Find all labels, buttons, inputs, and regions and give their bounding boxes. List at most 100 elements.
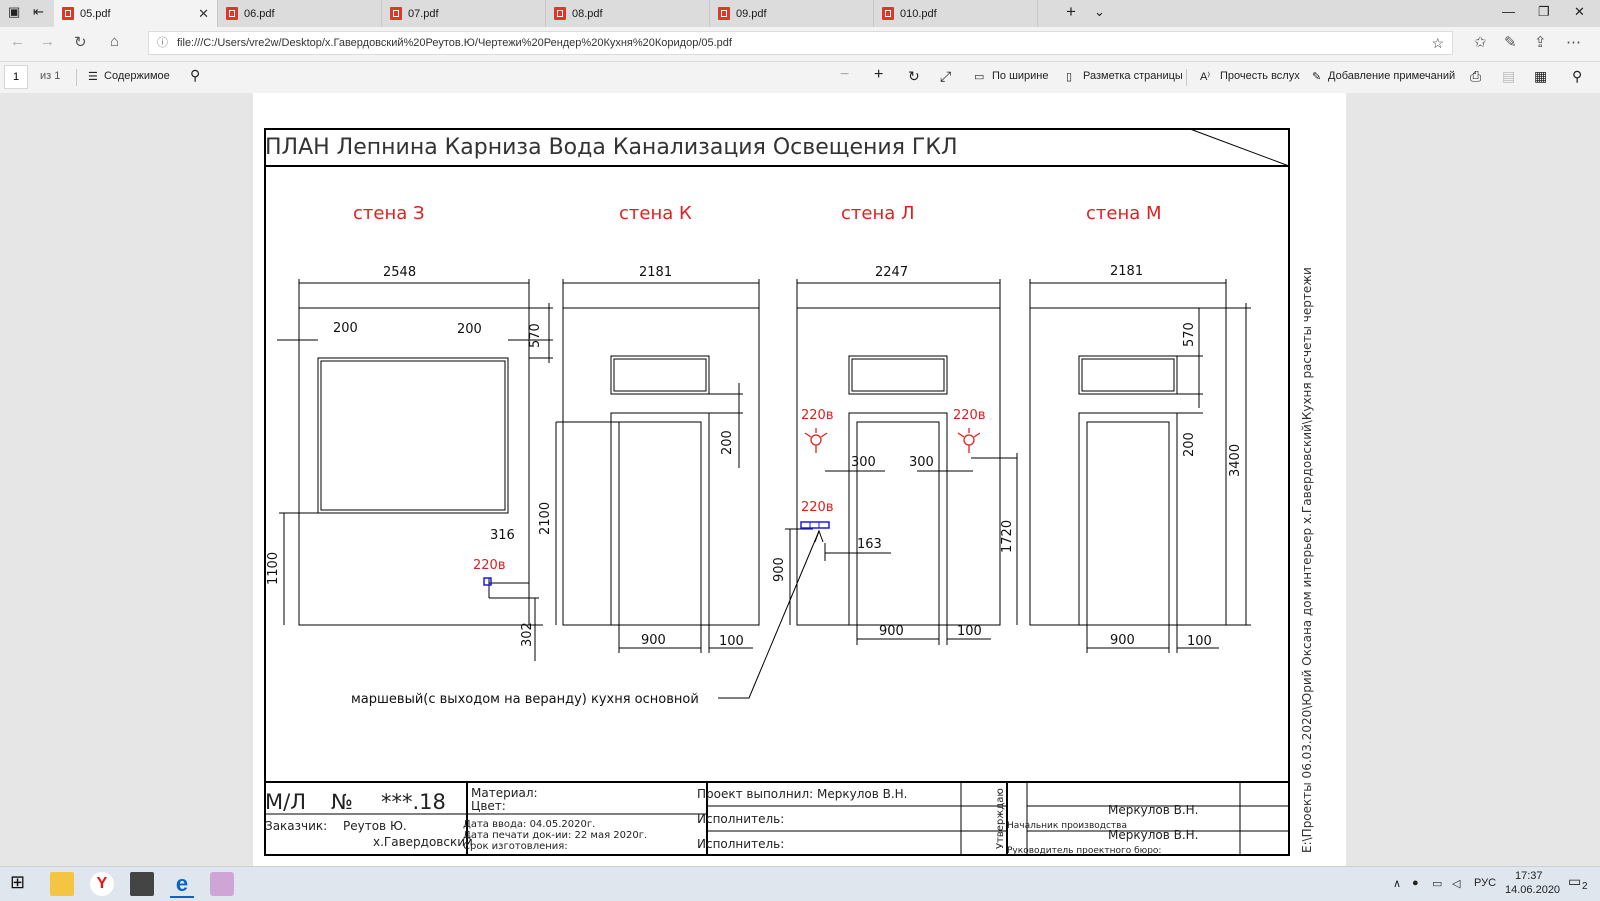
back-icon[interactable]: ← bbox=[10, 33, 25, 50]
dim-label: 300 bbox=[909, 455, 934, 470]
voltage-label: 220в bbox=[801, 500, 833, 515]
edge-icon[interactable]: e bbox=[170, 872, 194, 898]
read-aloud-icon[interactable]: A⁾ bbox=[1200, 70, 1210, 83]
tab-08[interactable]: 08.pdf bbox=[546, 0, 710, 27]
info-icon: ⓘ bbox=[157, 37, 168, 49]
zoom-out-icon[interactable]: − bbox=[840, 66, 849, 84]
dim-label: 302 bbox=[520, 622, 535, 647]
tab-label: 010.pdf bbox=[900, 7, 937, 20]
pdf-icon bbox=[882, 7, 894, 20]
dim-label: 300 bbox=[851, 455, 876, 470]
minimize-icon[interactable]: — bbox=[1502, 4, 1515, 19]
page-number-input[interactable]: 1 bbox=[4, 65, 28, 89]
clock-time[interactable]: 17:37 bbox=[1515, 870, 1543, 882]
search-icon[interactable]: ⚲ bbox=[190, 67, 200, 84]
drawing-frame bbox=[264, 128, 1290, 856]
drawing-canvas: ПЛАН Лепнина Карниза Вода Канализация Ос… bbox=[264, 128, 1314, 856]
favorites-icon[interactable]: ✩ bbox=[1474, 33, 1487, 51]
new-tab-icon[interactable]: + bbox=[1066, 2, 1076, 22]
calculator-icon[interactable] bbox=[130, 872, 154, 896]
share-icon[interactable]: ⇪ bbox=[1534, 33, 1547, 51]
more-icon[interactable]: ⋯ bbox=[1566, 33, 1581, 51]
dim-label: 900 bbox=[772, 557, 787, 582]
stamp-executor: Исполнитель: bbox=[697, 812, 784, 826]
lamp-icon bbox=[957, 428, 981, 453]
file-path-note: E:\Проекты 06.03.2020\Юрий Оксана дом ин… bbox=[1300, 267, 1314, 853]
pdf-toolbar: 1 из 1 ☰ Содержимое ⚲ − + ↻ ⤢ ▭ По ширин… bbox=[0, 62, 1600, 94]
stamp-code: ***.18 bbox=[381, 790, 446, 814]
stamp-sign-role: Руководитель проектного бюро: bbox=[1007, 846, 1161, 856]
microphone-icon[interactable]: ● bbox=[1412, 877, 1419, 889]
set-aside-tabs-icon[interactable]: ⇤ bbox=[33, 4, 44, 20]
read-aloud-button[interactable]: Прочесть вслух bbox=[1220, 70, 1300, 82]
dim-label: 900 bbox=[1110, 633, 1135, 648]
forward-icon[interactable]: → bbox=[40, 33, 55, 50]
socket-block-mark bbox=[800, 521, 830, 529]
dim-label: 316 bbox=[490, 528, 515, 543]
chevron-down-icon[interactable]: ⌄ bbox=[1094, 4, 1105, 20]
stamp-done-by: Проект выполнил: Меркулов В.Н. bbox=[697, 787, 907, 801]
page-layout-icon[interactable]: ▯ bbox=[1066, 70, 1072, 83]
volume-icon[interactable]: ◁ bbox=[1452, 877, 1460, 890]
favorite-star-icon[interactable]: ☆ bbox=[1431, 32, 1444, 54]
zoom-in-icon[interactable]: + bbox=[874, 66, 883, 84]
drawing-title: ПЛАН Лепнина Карниза Вода Канализация Ос… bbox=[265, 135, 958, 160]
fit-width-icon[interactable]: ▭ bbox=[974, 70, 984, 83]
paint-icon[interactable] bbox=[210, 872, 234, 896]
url-field[interactable]: ⓘ file:///C:/Users/vre2w/Desktop/х.Гавер… bbox=[148, 31, 1453, 55]
print-icon[interactable]: ⎙ bbox=[1470, 68, 1481, 85]
pen-icon[interactable]: ✎ bbox=[1504, 33, 1517, 51]
tab-06[interactable]: 06.pdf bbox=[218, 0, 382, 27]
tab-05[interactable]: 05.pdf ✕ bbox=[54, 0, 218, 27]
close-icon[interactable]: ✕ bbox=[198, 6, 209, 22]
tab-07[interactable]: 07.pdf bbox=[382, 0, 546, 27]
tab-label: 09.pdf bbox=[736, 7, 767, 20]
chevron-up-icon[interactable]: ∧ bbox=[1393, 877, 1401, 890]
fullscreen-icon[interactable]: ⤢ bbox=[940, 68, 951, 85]
tab-label: 05.pdf bbox=[80, 7, 111, 20]
wall-label: стена З bbox=[353, 203, 425, 224]
lamp-icon bbox=[804, 428, 828, 453]
rotate-icon[interactable]: ↻ bbox=[908, 68, 920, 85]
stamp-number-sign: № bbox=[331, 790, 353, 814]
restore-icon[interactable]: ❐ bbox=[1538, 4, 1550, 20]
file-explorer-icon[interactable] bbox=[50, 872, 74, 896]
dim-label: 570 bbox=[528, 323, 543, 348]
address-bar: ← → ↻ ⌂ ⓘ file:///C:/Users/vre2w/Desktop… bbox=[0, 27, 1600, 62]
dim-label: 2548 bbox=[383, 265, 416, 280]
save-as-icon[interactable]: ▦ bbox=[1534, 68, 1547, 85]
dim-label: 200 bbox=[720, 430, 735, 455]
page-layout-button[interactable]: Разметка страницы bbox=[1083, 70, 1183, 82]
add-notes-button[interactable]: Добавление примечаний bbox=[1328, 70, 1455, 82]
tab-label: 07.pdf bbox=[408, 7, 439, 20]
network-icon[interactable]: ▭ bbox=[1432, 877, 1442, 890]
close-window-icon[interactable]: ✕ bbox=[1574, 4, 1585, 20]
tab-09[interactable]: 09.pdf bbox=[710, 0, 874, 27]
fit-width-button[interactable]: По ширине bbox=[992, 70, 1049, 82]
save-icon[interactable]: ▤ bbox=[1502, 68, 1515, 85]
contents-icon[interactable]: ☰ bbox=[88, 70, 98, 83]
divider bbox=[76, 69, 77, 86]
pdf-page: ПЛАН Лепнина Карниза Вода Канализация Ос… bbox=[253, 93, 1346, 866]
yandex-browser-icon[interactable]: Y bbox=[90, 872, 114, 896]
add-notes-icon[interactable]: ✎ bbox=[1312, 70, 1321, 83]
contents-button[interactable]: Содержимое bbox=[104, 70, 170, 82]
dim-label: 100 bbox=[719, 634, 744, 649]
dim-label: 100 bbox=[1187, 634, 1212, 649]
tab-actions-icon[interactable]: ▣ bbox=[8, 4, 20, 20]
tab-010[interactable]: 010.pdf bbox=[874, 0, 1038, 27]
language-indicator[interactable]: РУС bbox=[1474, 877, 1496, 889]
home-icon[interactable]: ⌂ bbox=[110, 33, 119, 50]
windows-start-icon[interactable]: ⊞ bbox=[10, 872, 34, 896]
pdf-icon bbox=[718, 7, 730, 20]
stamp-date-in: Дата ввода: 04.05.2020г. bbox=[463, 819, 595, 830]
dim-label: 163 bbox=[857, 537, 882, 552]
notifications-icon[interactable]: ▭ bbox=[1568, 873, 1581, 890]
taskbar: ⊞ Y e ∧ ● ▭ ◁ РУС 17:37 14.06.2020 ▭ 2 bbox=[0, 866, 1600, 901]
pin-icon[interactable]: ⚲ bbox=[1572, 68, 1582, 85]
clock-date[interactable]: 14.06.2020 bbox=[1505, 884, 1560, 896]
wall-label: стена М bbox=[1086, 203, 1162, 224]
refresh-icon[interactable]: ↻ bbox=[74, 33, 87, 51]
dim-label: 570 bbox=[1182, 322, 1197, 347]
stamp-material: Материал: bbox=[471, 786, 538, 800]
